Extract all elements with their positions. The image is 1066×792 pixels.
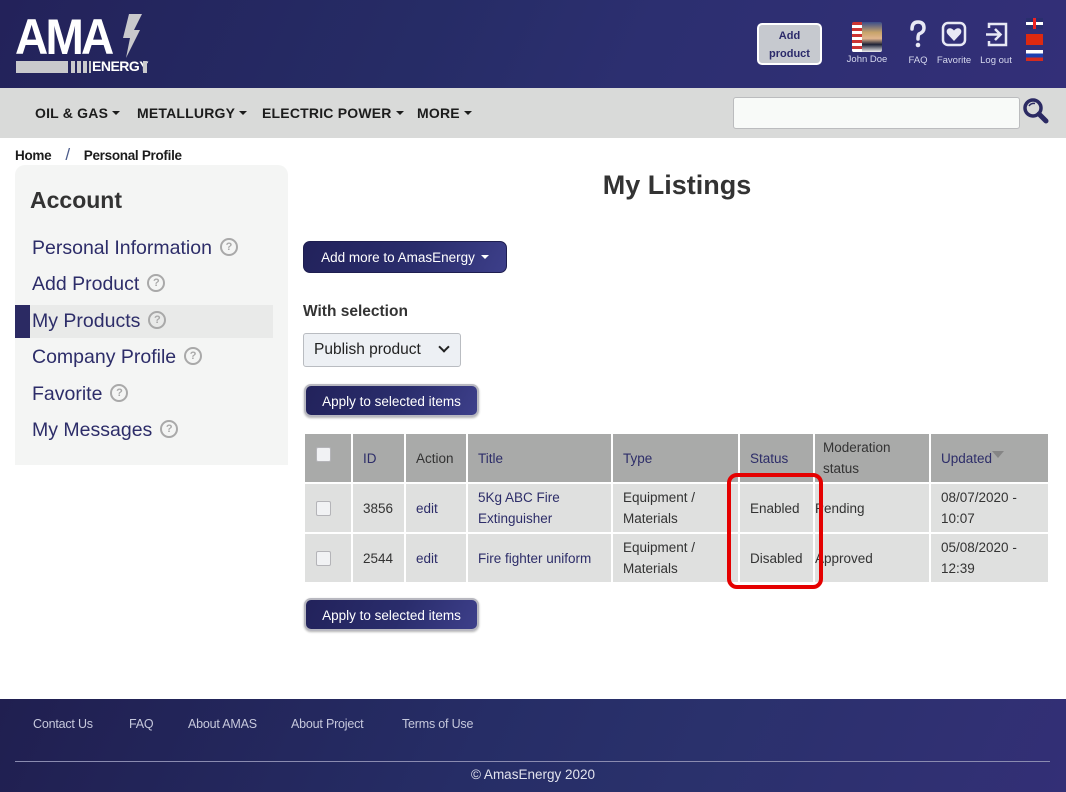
help-icon[interactable]: ? [147,273,166,292]
column-header-action: Action [404,432,468,484]
add-product-button[interactable]: Add product [757,23,822,65]
copyright: © AmasEnergy 2020 [470,767,596,782]
china-flag-icon[interactable] [1026,34,1043,45]
listings-table: ID Action Title Type Status Moderation s… [303,432,1050,584]
lightning-bolt-icon [123,14,142,58]
footer-divider [15,761,1050,762]
avatar [852,22,882,52]
product-title-link[interactable]: Fire fighter uniform [466,532,613,584]
caret-down-icon [112,110,121,115]
faq-link[interactable]: FAQ [905,20,931,66]
column-header-updated[interactable]: Updated [929,432,1050,484]
table-row: 3856 edit 5Kg ABC Fire Extinguisher Equi… [303,482,1050,534]
user-profile[interactable]: John Doe [844,22,890,65]
cell-status: Enabled [738,482,815,534]
site-footer: Contact Us FAQ About AMAS About Project … [0,699,1066,792]
logout-icon [986,22,1008,47]
heart-icon [941,21,967,47]
page-title: My Listings [602,170,752,200]
table-row: 2544 edit Fire fighter uniform Equipment… [303,532,1050,584]
sidebar-item-company-profile[interactable]: Company Profile? [15,341,273,374]
cell-type: Equipment / Materials [611,532,740,584]
account-sidebar: Account Personal Information? Add Produc… [15,165,288,465]
edit-link[interactable]: edit [404,482,468,534]
breadcrumb-separator: / [65,145,70,164]
breadcrumb-current: Personal Profile [83,148,182,163]
product-title-link[interactable]: 5Kg ABC Fire Extinguisher [466,482,613,534]
user-name: John Doe [846,54,888,65]
add-more-dropdown-button[interactable]: Add more to AmasEnergy [303,241,507,273]
column-header-type[interactable]: Type [611,432,740,484]
select-all-header [303,432,353,484]
search-button[interactable] [1021,97,1051,127]
logo-subtext: ENERGY [92,58,149,74]
cell-id: 2544 [351,532,406,584]
sidebar-item-add-product[interactable]: Add Product? [15,268,273,301]
with-selection-label: With selection [303,303,408,320]
bulk-action-select[interactable]: Publish product [303,333,461,367]
footer-link-contact-us[interactable]: Contact Us [33,717,93,731]
sidebar-item-my-products[interactable]: My Products? [15,305,273,338]
footer-link-terms-of-use[interactable]: Terms of Use [402,717,473,731]
cell-id: 3856 [351,482,406,534]
column-header-moderation-status: Moderation status [813,432,931,484]
sidebar-item-favorite[interactable]: Favorite? [15,378,273,411]
logo-bar-end [143,61,147,73]
search-input[interactable] [733,97,1020,129]
breadcrumb: Home / Personal Profile [15,145,182,165]
table-header-row: ID Action Title Type Status Moderation s… [303,432,1050,484]
cell-type: Equipment / Materials [611,482,740,534]
cell-status: Disabled [738,532,815,584]
sidebar-title: Account [30,187,122,213]
logout-link[interactable]: Log out [978,20,1014,66]
favorite-link[interactable]: Favorite [935,20,973,66]
caret-down-icon [239,110,248,115]
amas-energy-logo[interactable]: AMA ENERGY [15,9,149,74]
help-icon[interactable]: ? [184,346,203,365]
caret-down-icon [480,254,489,259]
sort-descending-icon [992,450,1005,458]
column-header-title[interactable]: Title [466,432,613,484]
footer-link-about-project[interactable]: About Project [291,717,364,731]
cell-moderation-status: Approved [813,532,931,584]
logo-bar [16,61,68,73]
chevron-down-icon [438,341,450,353]
russia-flag-icon[interactable] [1026,50,1043,61]
caret-down-icon [395,110,404,115]
help-icon[interactable]: ? [110,383,129,402]
language-switcher [1026,18,1044,66]
nav-electric-power[interactable]: ELECTRIC POWER [262,105,404,121]
nav-oil-gas[interactable]: OIL & GAS [35,105,121,121]
cell-moderation-status: Pending [813,482,931,534]
row-select-cell [303,532,353,584]
uk-flag-icon[interactable] [1026,18,1043,29]
cell-updated: 08/07/2020 - 10:07 [929,482,1050,534]
site-header: AMA ENERGY Add product John Doe FAQ Favo… [0,0,1066,88]
row-select-cell [303,482,353,534]
caret-down-icon [463,110,472,115]
nav-metallurgy[interactable]: METALLURGY [137,105,248,121]
footer-link-about-amas[interactable]: About AMAS [188,717,257,731]
footer-link-faq[interactable]: FAQ [129,717,154,731]
row-checkbox[interactable] [316,551,331,567]
apply-to-selected-button-bottom[interactable]: Apply to selected items [304,598,479,631]
apply-to-selected-button-top[interactable]: Apply to selected items [304,384,479,417]
help-icon[interactable]: ? [148,310,167,329]
select-all-checkbox[interactable] [316,447,331,463]
nav-more[interactable]: MORE [417,105,472,121]
help-icon[interactable]: ? [160,419,179,438]
question-mark-icon [910,20,926,48]
cell-updated: 05/08/2020 - 12:39 [929,532,1050,584]
column-header-id[interactable]: ID [351,432,406,484]
sidebar-item-my-messages[interactable]: My Messages? [15,414,273,447]
breadcrumb-home[interactable]: Home [15,148,52,163]
logo-bar-stripes [71,61,91,73]
help-icon[interactable]: ? [219,237,238,256]
edit-link[interactable]: edit [404,532,468,584]
row-checkbox[interactable] [316,501,331,517]
column-header-status[interactable]: Status [738,432,815,484]
search-icon [1023,98,1049,124]
sidebar-item-personal-information[interactable]: Personal Information? [15,232,273,265]
